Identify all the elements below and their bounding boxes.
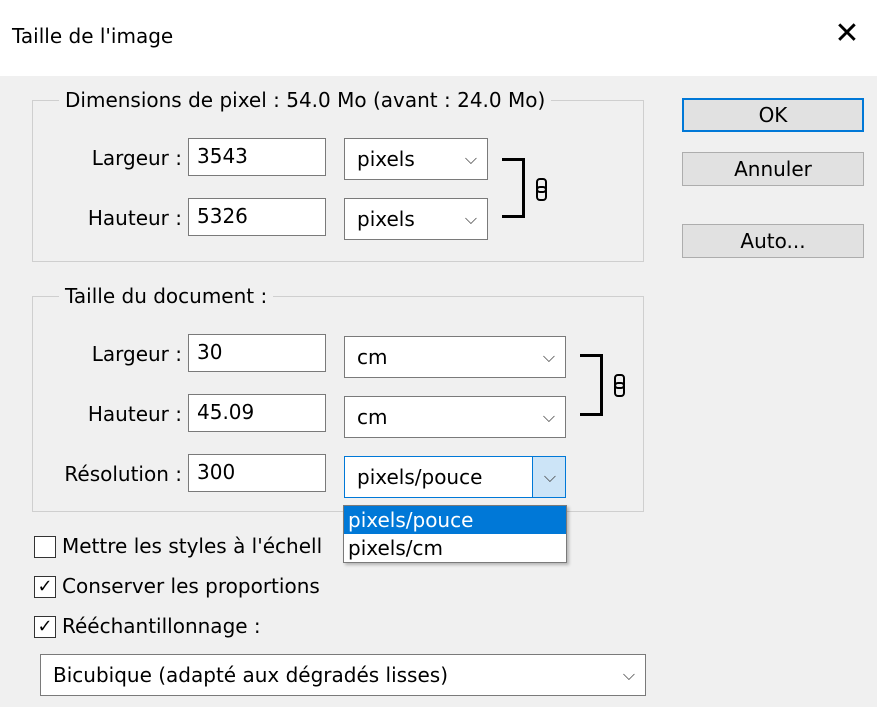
check-icon: ✓ [37, 576, 53, 597]
auto-button[interactable]: Auto... [682, 224, 864, 258]
scale-styles-checkbox[interactable] [34, 536, 56, 558]
doc-width-label: Largeur : [91, 342, 182, 366]
dropdown-option-pixels-per-inch[interactable]: pixels/pouce [344, 506, 566, 534]
ok-button[interactable]: OK [682, 98, 864, 132]
doc-link-bracket [580, 354, 603, 416]
title-bar: Taille de l'image ✕ [0, 0, 877, 76]
dropdown-option-pixels-per-cm[interactable]: pixels/cm [344, 534, 566, 562]
chevron-down-icon: ⌵ [542, 347, 555, 366]
pixel-width-unit-value: pixels [357, 147, 415, 171]
doc-height-unit-select[interactable]: cm ⌵ [344, 396, 566, 438]
check-icon: ✓ [37, 616, 53, 637]
pixel-height-label: Hauteur : [87, 206, 182, 230]
chevron-down-icon: ⌵ [542, 407, 555, 426]
resample-method-value: Bicubique (adapté aux dégradés lisses) [53, 663, 448, 687]
chevron-down-icon: ⌵ [464, 149, 477, 168]
pixel-link-bracket [502, 158, 525, 218]
resample-method-select[interactable]: Bicubique (adapté aux dégradés lisses) ⌵ [40, 654, 646, 696]
image-size-dialog: Taille de l'image ✕ Dimensions de pixel … [0, 0, 877, 707]
resolution-input[interactable]: 300 [188, 454, 326, 492]
pixel-width-unit-select[interactable]: pixels ⌵ [344, 138, 488, 180]
doc-width-input[interactable]: 30 [188, 334, 326, 372]
chevron-down-icon: ⌵ [622, 665, 635, 684]
resolution-unit-value: pixels/pouce [357, 465, 483, 489]
doc-height-unit-value: cm [357, 405, 388, 429]
cancel-button[interactable]: Annuler [682, 152, 864, 186]
doc-height-label: Hauteur : [87, 402, 182, 426]
constrain-proportions-checkbox[interactable]: ✓ [34, 576, 56, 598]
pixel-height-unit-select[interactable]: pixels ⌵ [344, 198, 488, 240]
pixel-height-input[interactable]: 5326 [188, 198, 326, 236]
chain-link-icon [536, 178, 547, 201]
resolution-unit-select[interactable]: pixels/pouce ⌵ [344, 456, 566, 498]
pixel-height-unit-value: pixels [357, 207, 415, 231]
constrain-proportions-label[interactable]: Conserver les proportions [62, 574, 320, 598]
resolution-label: Résolution : [64, 462, 182, 486]
doc-width-unit-select[interactable]: cm ⌵ [344, 336, 566, 378]
resample-checkbox[interactable]: ✓ [34, 616, 56, 638]
resolution-unit-dropdown-list: pixels/pouce pixels/cm [343, 505, 567, 563]
close-icon[interactable]: ✕ [825, 14, 869, 54]
resample-label[interactable]: Rééchantillonnage : [62, 614, 261, 638]
scale-styles-label[interactable]: Mettre les styles à l'échell [62, 534, 322, 558]
pixel-dimensions-legend: Dimensions de pixel : 54.0 Mo (avant : 2… [65, 88, 546, 112]
dialog-title: Taille de l'image [12, 24, 174, 48]
pixel-dimensions-group: Dimensions de pixel : 54.0 Mo (avant : 2… [32, 88, 644, 262]
pixel-width-input[interactable]: 3543 [188, 138, 326, 176]
chevron-down-icon: ⌵ [464, 209, 477, 228]
doc-height-input[interactable]: 45.09 [188, 394, 326, 432]
chevron-down-icon: ⌵ [543, 467, 556, 486]
doc-width-unit-value: cm [357, 345, 388, 369]
chain-link-icon [614, 374, 625, 397]
pixel-width-label: Largeur : [91, 146, 182, 170]
document-size-legend: Taille du document : [65, 284, 268, 308]
